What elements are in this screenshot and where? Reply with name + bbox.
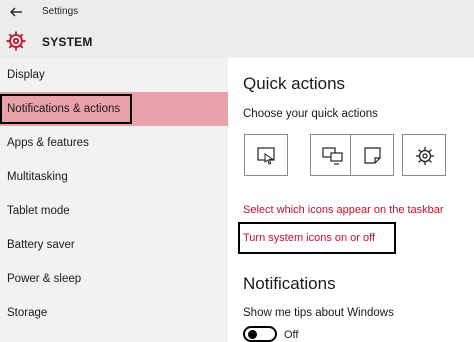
sidebar-item-battery-saver[interactable]: Battery saver [0,228,228,262]
quick-actions-subtitle: Choose your quick actions [243,108,378,120]
quick-actions-heading: Quick actions [243,74,346,93]
title-bar: Settings [0,0,474,26]
sidebar-item-notifications[interactable]: Notifications & actions [0,92,228,126]
app-title: Settings [42,6,79,17]
sidebar-item-label: Multitasking [7,171,68,183]
sidebar-item-label: Battery saver [7,239,75,251]
sidebar-item-label: Display [7,69,45,81]
sidebar-item-storage[interactable]: Storage [0,296,228,330]
project-icon [322,147,343,165]
tips-toggle-state: Off [284,329,299,341]
sidebar-item-tablet-mode[interactable]: Tablet mode [0,194,228,228]
main-content: Quick actions Choose your quick actions [228,58,474,342]
sidebar-item-label: Storage [7,307,48,319]
quick-action-project[interactable] [310,134,354,176]
tablet-mode-icon [257,147,275,165]
select-taskbar-icons-link[interactable]: Select which icons appear on the taskbar [243,204,444,216]
quick-action-note[interactable] [350,134,394,176]
quick-action-settings[interactable] [402,134,446,176]
sidebar-item-label: Power & sleep [7,273,82,285]
section-title: SYSTEM [42,35,93,49]
sidebar: Display Notifications & actions Apps & f… [0,58,228,342]
tips-label: Show me tips about Windows [243,307,394,319]
notifications-heading: Notifications [243,274,336,293]
sidebar-item-apps[interactable]: Apps & features [0,126,228,160]
quick-action-tablet-mode[interactable] [244,134,288,176]
gear-icon [6,31,26,51]
sidebar-item-multitasking[interactable]: Multitasking [0,160,228,194]
system-icons-link[interactable]: Turn system icons on or off [243,232,375,244]
toggle-knob [248,330,257,339]
highlight-box [0,94,132,124]
sidebar-item-display[interactable]: Display [0,58,228,92]
tips-toggle[interactable] [243,326,277,342]
note-icon [364,147,381,164]
sidebar-item-power-sleep[interactable]: Power & sleep [0,262,228,296]
back-arrow-icon[interactable] [8,4,24,20]
settings-icon [416,147,434,165]
sidebar-item-label: Tablet mode [7,205,70,217]
page-header: SYSTEM [0,26,474,58]
sidebar-item-label: Apps & features [7,137,89,149]
